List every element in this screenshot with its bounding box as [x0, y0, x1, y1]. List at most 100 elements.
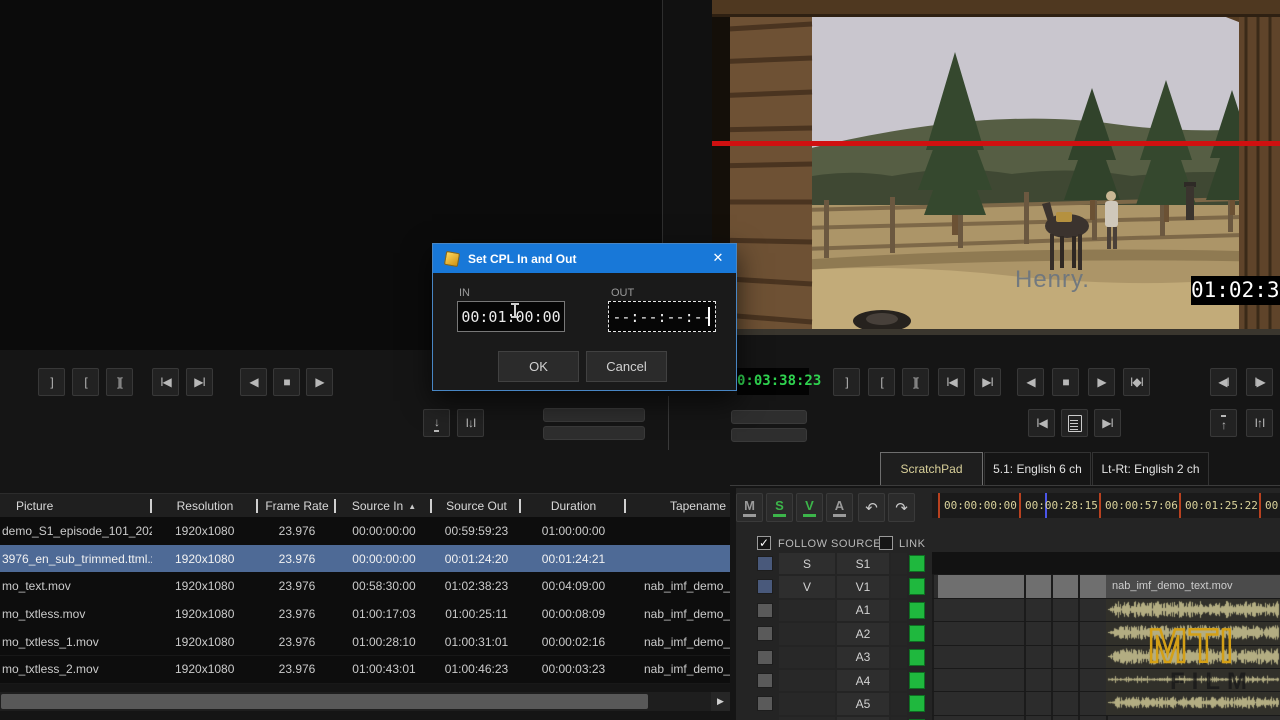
- step-forward-button[interactable]: I▶: [1246, 368, 1273, 396]
- scrollbar-right-button[interactable]: ▶: [711, 692, 730, 711]
- track-group-cell[interactable]: S: [779, 553, 835, 574]
- track-group-cell[interactable]: [779, 647, 835, 668]
- track-name-cell[interactable]: V1: [837, 576, 889, 597]
- table-row[interactable]: demo_S1_episode_101_2021920x108023.97600…: [0, 517, 730, 546]
- step-back-button[interactable]: ◀I: [1210, 368, 1237, 396]
- column-header-tapename[interactable]: Tapename: [626, 494, 730, 518]
- play-reverse-button[interactable]: ◀: [240, 368, 267, 396]
- mark-in-out-button[interactable]: ][: [902, 368, 929, 396]
- track-type-a-button[interactable]: A: [826, 493, 853, 522]
- mark-in-button[interactable]: [: [868, 368, 895, 396]
- record-enable-toggle[interactable]: [909, 625, 925, 642]
- document-icon: [1068, 415, 1082, 432]
- record-enable-toggle[interactable]: [909, 695, 925, 712]
- dialog-titlebar[interactable]: Set CPL In and Out ✕: [433, 244, 736, 273]
- track-select-toggle[interactable]: [757, 673, 773, 688]
- follow-source-checkbox[interactable]: ✓: [757, 536, 771, 550]
- cancel-button[interactable]: Cancel: [586, 351, 667, 382]
- column-header-source-in[interactable]: Source In▲: [336, 494, 432, 518]
- overwrite-edit-button[interactable]: I↓I: [457, 409, 484, 437]
- track-group-cell[interactable]: V: [779, 576, 835, 597]
- play-button[interactable]: ▶: [1088, 368, 1115, 396]
- play-reverse-button[interactable]: ◀: [1017, 368, 1044, 396]
- column-header-resolution[interactable]: Resolution: [152, 494, 258, 518]
- mark-in-out-button[interactable]: ][: [106, 368, 133, 396]
- track-select-toggle[interactable]: [757, 696, 773, 711]
- mark-in-button[interactable]: [: [72, 368, 99, 396]
- video-clip[interactable]: nab_imf_demo_text.mov: [1106, 575, 1280, 597]
- record-enable-toggle[interactable]: [909, 649, 925, 666]
- track-group-cell[interactable]: [779, 623, 835, 644]
- track-type-s-button[interactable]: S: [766, 493, 793, 522]
- video-preview[interactable]: Henry. 01:02:38: [712, 0, 1280, 335]
- play-button[interactable]: ▶: [306, 368, 333, 396]
- record-enable-toggle[interactable]: [909, 602, 925, 619]
- record-enable-toggle[interactable]: [909, 672, 925, 689]
- cell-frame_rate: 23.976: [258, 628, 336, 656]
- track-select-toggle[interactable]: [757, 603, 773, 618]
- cell-resolution: 1920x1080: [152, 517, 258, 545]
- track-group-cell[interactable]: [779, 600, 835, 621]
- cell-tapename: nab_imf_demo_: [626, 600, 730, 628]
- track-timeline[interactable]: [932, 716, 1280, 720]
- ok-button[interactable]: OK: [498, 351, 579, 382]
- mark-out-button[interactable]: ]: [833, 368, 860, 396]
- loop-play-button[interactable]: I◆I: [1123, 368, 1150, 396]
- table-row[interactable]: mo_txtless_1.mov1920x108023.97601:00:28:…: [0, 628, 730, 657]
- scrollbar-thumb[interactable]: [1, 694, 648, 709]
- lift-up-button[interactable]: ↑: [1210, 409, 1237, 437]
- out-timecode-field[interactable]: --:--:--:--: [608, 301, 716, 332]
- undo-button[interactable]: ↶: [858, 493, 885, 522]
- column-header-duration[interactable]: Duration: [521, 494, 626, 518]
- track-group-cell[interactable]: [779, 693, 835, 714]
- tab-5-1-english-6-ch[interactable]: 5.1: English 6 ch: [984, 452, 1091, 485]
- track-timeline[interactable]: [932, 552, 1280, 575]
- cell-source_in: 01:00:43:01: [336, 656, 432, 684]
- stop-button[interactable]: ■: [1052, 368, 1079, 396]
- track-select-toggle[interactable]: [757, 626, 773, 641]
- table-row[interactable]: 3976_en_sub_trimmed.ttml.x1920x108023.97…: [0, 545, 730, 574]
- track-timeline[interactable]: nab_imf_demo_text.mov: [932, 575, 1280, 598]
- redo-button[interactable]: ↷: [888, 493, 915, 522]
- track-select-toggle[interactable]: [757, 579, 773, 594]
- tab-lt-rt-english-2-ch[interactable]: Lt-Rt: English 2 ch: [1092, 452, 1209, 485]
- track-name-cell[interactable]: A5: [837, 693, 889, 714]
- track-type-v-button[interactable]: V: [796, 493, 823, 522]
- table-row[interactable]: mo_txtless.mov1920x108023.97601:00:17:03…: [0, 600, 730, 629]
- mark-out-button[interactable]: ]: [38, 368, 65, 396]
- goto-out-button[interactable]: ▶I: [186, 368, 213, 396]
- track-name-cell[interactable]: S1: [837, 553, 889, 574]
- link-checkbox[interactable]: [879, 536, 893, 550]
- stop-button[interactable]: ■: [273, 368, 300, 396]
- track-name-cell[interactable]: A2: [837, 623, 889, 644]
- goto-next-event-button[interactable]: ▶I: [1094, 409, 1121, 437]
- track-select-toggle[interactable]: [757, 650, 773, 665]
- close-icon[interactable]: ✕: [709, 250, 727, 266]
- ruler-tick: [1019, 493, 1021, 518]
- record-enable-toggle[interactable]: [909, 578, 925, 595]
- track-select-toggle[interactable]: [757, 556, 773, 571]
- extract-up-button[interactable]: I↑I: [1246, 409, 1273, 437]
- goto-in-button[interactable]: I◀: [152, 368, 179, 396]
- table-row[interactable]: mo_text.mov1920x108023.97600:58:30:0001:…: [0, 572, 730, 601]
- column-header-picture[interactable]: Picture: [0, 494, 152, 518]
- record-enable-toggle[interactable]: [909, 555, 925, 572]
- track-group-cell[interactable]: [779, 670, 835, 691]
- timeline-ruler[interactable]: 00:00:00:0000:00:28:1500:00:57:0600:01:2…: [932, 493, 1280, 518]
- event-list-button[interactable]: [1061, 409, 1088, 437]
- track-name-cell[interactable]: A1: [837, 600, 889, 621]
- goto-prev-event-button[interactable]: I◀: [1028, 409, 1055, 437]
- goto-in-button[interactable]: I◀: [938, 368, 965, 396]
- track-name-cell[interactable]: A4: [837, 670, 889, 691]
- column-header-source-out[interactable]: Source Out: [432, 494, 521, 518]
- video-clip-segment[interactable]: [938, 575, 1106, 597]
- goto-out-button[interactable]: ▶I: [974, 368, 1001, 396]
- tab-scratchpad[interactable]: ScratchPad: [880, 452, 983, 485]
- track-spacer-cell: [891, 670, 907, 691]
- column-header-frame-rate[interactable]: Frame Rate: [258, 494, 336, 518]
- insert-edit-button[interactable]: ↓: [423, 409, 450, 437]
- track-name-cell[interactable]: A3: [837, 647, 889, 668]
- track-spacer-cell: [891, 576, 907, 597]
- table-row[interactable]: mo_txtless_2.mov1920x108023.97601:00:43:…: [0, 656, 730, 685]
- track-type-m-button[interactable]: M: [736, 493, 763, 522]
